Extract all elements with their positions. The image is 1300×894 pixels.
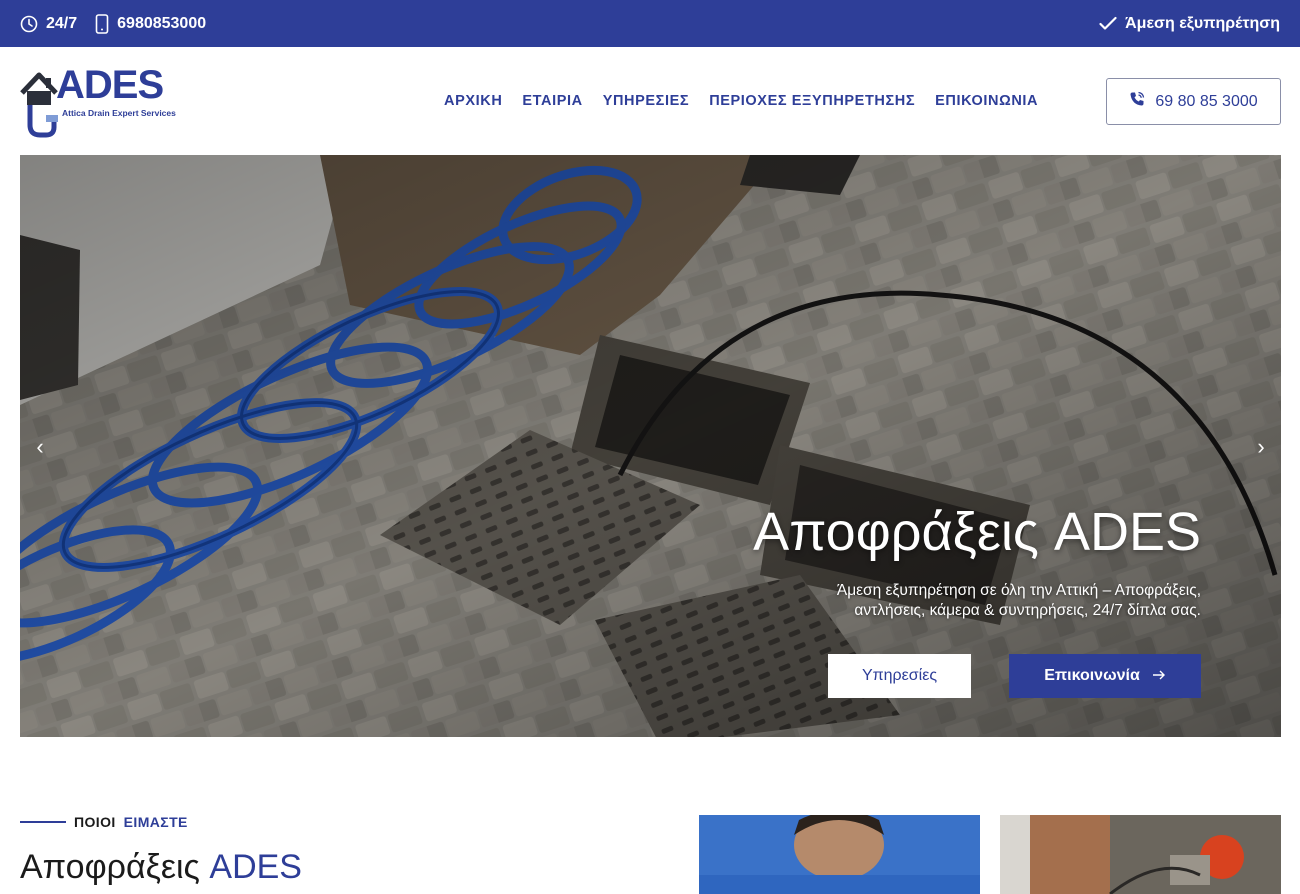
hours-text: 24/7	[46, 14, 78, 32]
eyebrow-text-1: ΠΟΙΟΙ	[74, 814, 116, 830]
chevron-right-icon: ›	[1257, 434, 1265, 459]
site-header: ADES Attica Drain Expert Services ΑΡΧΙΚΗ…	[0, 47, 1300, 155]
about-title-part1: Αποφράξεις	[20, 848, 200, 886]
contact-button-label: Επικοινωνία	[1044, 667, 1140, 684]
phone-item[interactable]: 6980853000	[95, 13, 206, 34]
about-title-part2: ADES	[209, 848, 302, 886]
nav-home[interactable]: ΑΡΧΙΚΗ	[444, 93, 502, 109]
nav-service-areas[interactable]: ΠΕΡΙΟΧΕΣ ΕΞΥΠΗΡΕΤΗΣΗΣ	[709, 93, 915, 109]
call-button[interactable]: 69 80 85 3000	[1106, 78, 1281, 125]
about-photo-worker	[699, 815, 980, 894]
logo-tagline: Attica Drain Expert Services	[62, 108, 176, 118]
services-button-label: Υπηρεσίες	[861, 667, 938, 684]
top-bar: 24/7 6980853000 Άμεση εξυπηρέτηση	[0, 0, 1300, 47]
eyebrow-line	[20, 821, 66, 823]
about-eyebrow: ΠΟΙΟΙ ΕΙΜΑΣΤΕ	[20, 814, 188, 830]
arrow-right-icon	[1152, 667, 1166, 685]
about-photo-equipment	[1000, 815, 1281, 894]
main-nav: ΑΡΧΙΚΗ ΕΤΑΙΡΙΑ ΥΠΗΡΕΣΙΕΣ ΠΕΡΙΟΧΕΣ ΕΞΥΠΗΡ…	[444, 47, 1038, 155]
phone-text[interactable]: 6980853000	[117, 15, 206, 33]
hero-prev-button[interactable]: ‹	[28, 434, 52, 459]
services-button[interactable]: Υπηρεσίες	[828, 654, 971, 698]
top-bar-contact: 24/7 6980853000	[20, 0, 206, 47]
chevron-left-icon: ‹	[36, 434, 44, 459]
service-note-text: Άμεση εξυπηρέτηση	[1125, 14, 1280, 32]
about-title: Αποφράξεις ADES	[20, 848, 302, 887]
clock-icon	[20, 15, 38, 33]
nav-company[interactable]: ΕΤΑΙΡΙΑ	[522, 93, 582, 109]
contact-button[interactable]: Επικοινωνία	[1009, 654, 1201, 698]
hero-slider: ‹ › Αποφράξεις ADES Άμεση εξυπηρέτηση σε…	[20, 155, 1281, 737]
service-note: Άμεση εξυπηρέτηση	[1099, 0, 1280, 47]
hero-next-button[interactable]: ›	[1249, 434, 1273, 459]
eyebrow-text-2: ΕΙΜΑΣΤΕ	[123, 814, 188, 830]
hours-item: 24/7	[20, 15, 77, 33]
call-button-label: 69 80 85 3000	[1155, 92, 1258, 110]
nav-contact[interactable]: ΕΠΙΚΟΙΝΩΝΙΑ	[935, 93, 1038, 109]
logo[interactable]: ADES Attica Drain Expert Services	[20, 63, 190, 139]
phone-icon	[1129, 91, 1145, 112]
logo-word: ADES	[56, 63, 164, 107]
smartphone-icon	[95, 13, 109, 34]
hero-image	[20, 155, 1281, 737]
check-icon	[1099, 16, 1117, 32]
nav-services[interactable]: ΥΠΗΡΕΣΙΕΣ	[603, 93, 689, 109]
hero-title: Αποφράξεις ADES	[753, 502, 1201, 562]
hero-subtitle: Άμεση εξυπηρέτηση σε όλη την Αττική – Απ…	[836, 582, 1201, 619]
